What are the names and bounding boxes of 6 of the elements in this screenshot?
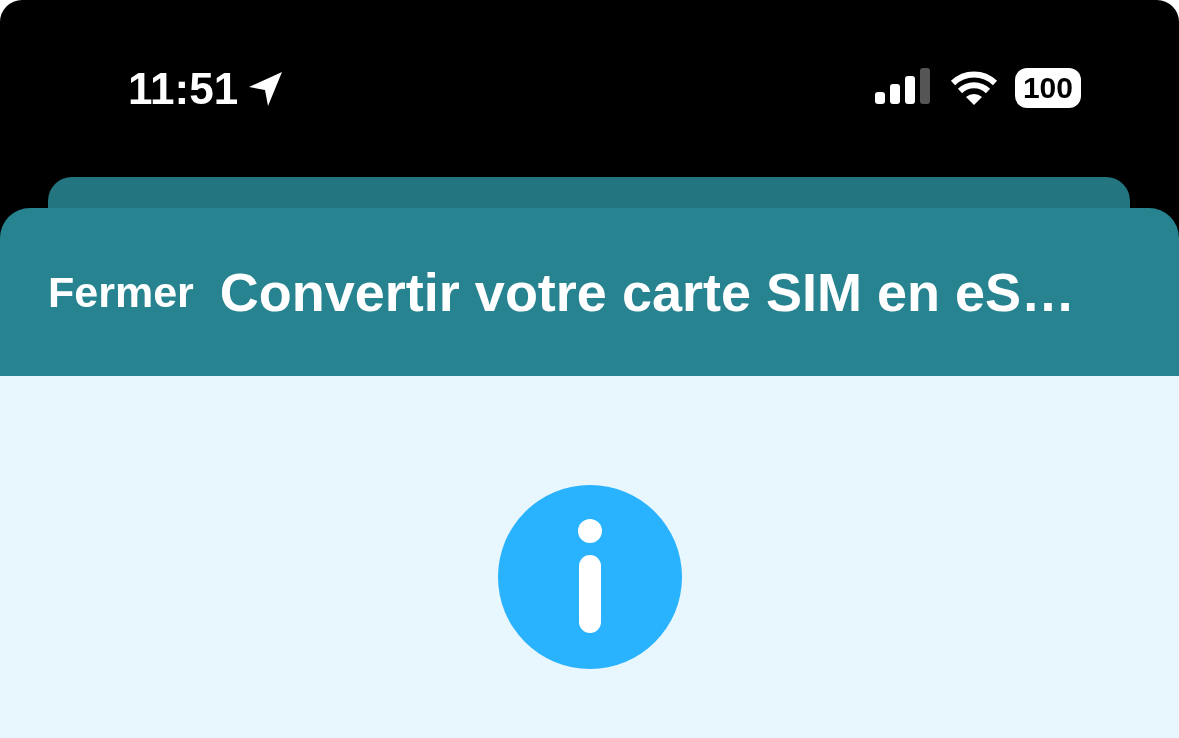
- status-time: 11:51: [128, 64, 239, 114]
- battery-indicator: 100: [1014, 68, 1081, 108]
- sheet-title: Convertir votre carte SIM en eS…: [219, 261, 1076, 323]
- close-button[interactable]: Fermer: [48, 267, 194, 317]
- wifi-icon: [948, 69, 999, 107]
- info-icon: [497, 485, 682, 669]
